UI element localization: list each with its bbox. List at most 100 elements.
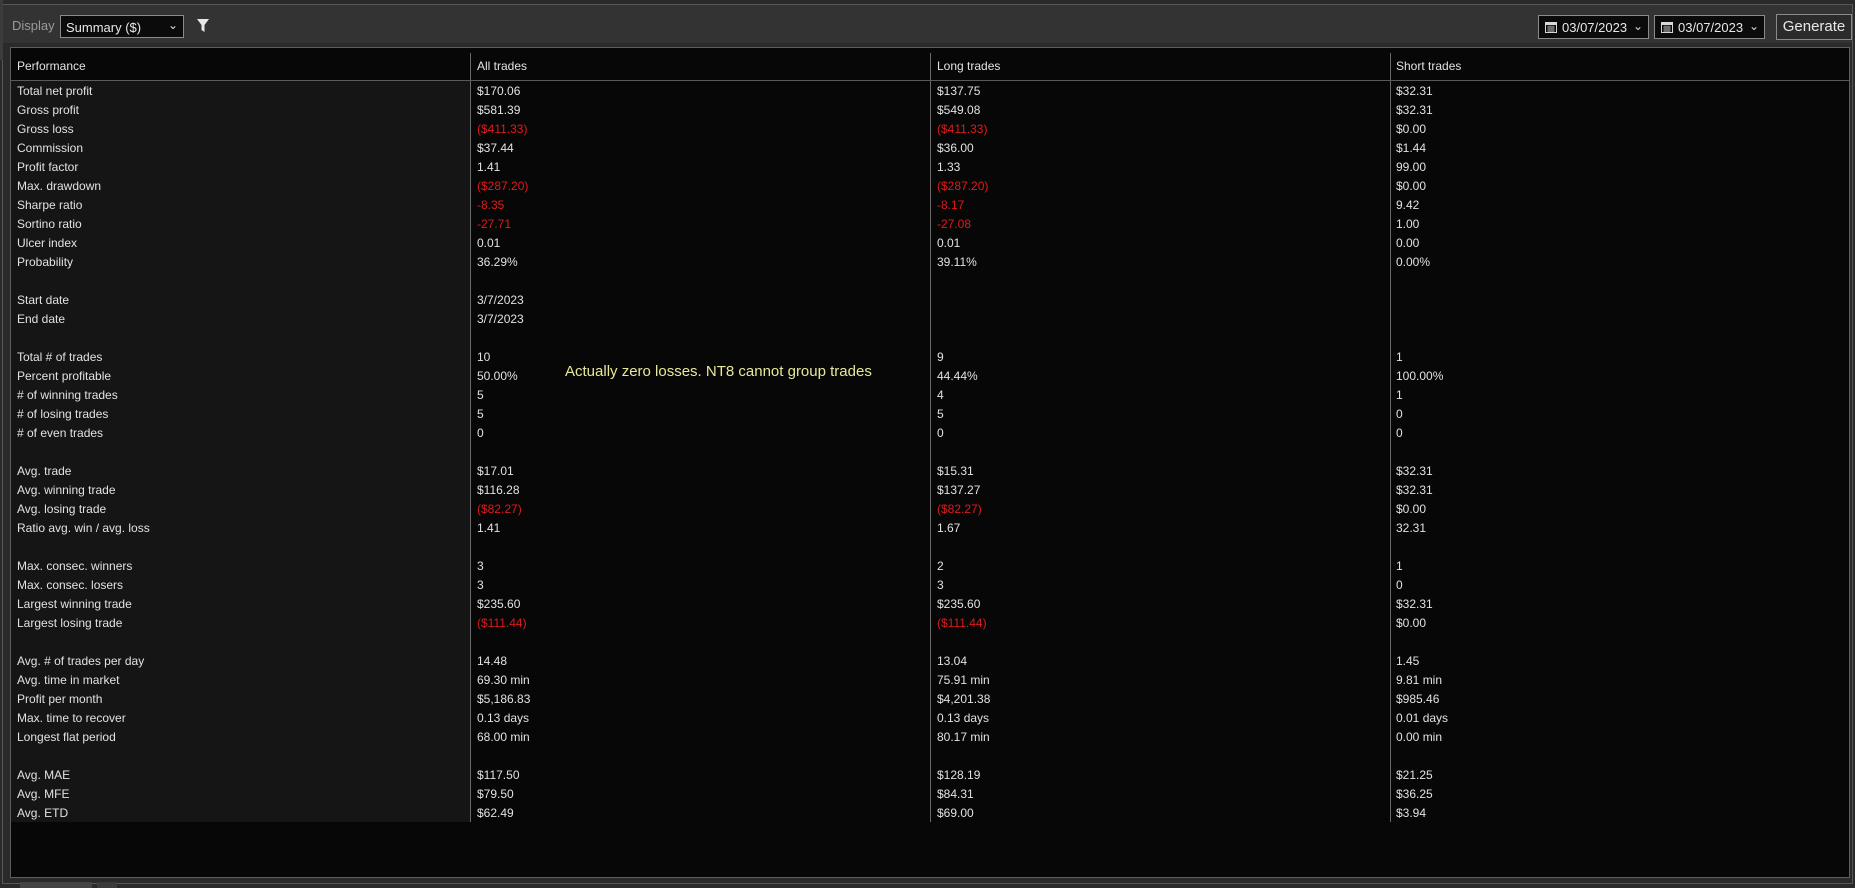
table-row[interactable]: End date 3/7/2023 bbox=[0, 309, 1855, 328]
cell-long-trades: $69.00 bbox=[937, 806, 974, 820]
cell-long-trades: 5 bbox=[937, 407, 944, 421]
cell-all-trades: 1.41 bbox=[477, 521, 501, 535]
table-row[interactable] bbox=[0, 746, 1855, 765]
table-row[interactable]: Ratio avg. win / avg. loss 1.41 1.67 32.31 bbox=[0, 518, 1855, 537]
table-row[interactable]: Avg. # of trades per day 14.48 13.04 1.45 bbox=[0, 651, 1855, 670]
table-row[interactable]: Percent profitable 50.00% 44.44% 100.00% bbox=[0, 366, 1855, 385]
row-label: Ratio avg. win / avg. loss bbox=[17, 521, 150, 535]
table-row[interactable]: Ulcer index 0.01 0.01 0.00 bbox=[0, 233, 1855, 252]
cell-short-trades: $36.25 bbox=[1396, 787, 1433, 801]
table-row[interactable]: Avg. MFE $79.50 $84.31 $36.25 bbox=[0, 784, 1855, 803]
table-row[interactable] bbox=[0, 442, 1855, 461]
cell-all-trades: $5,186.83 bbox=[477, 692, 531, 706]
cell-all-trades: 3/7/2023 bbox=[477, 312, 524, 326]
table-row[interactable]: # of even trades 0 0 0 bbox=[0, 423, 1855, 442]
table-row[interactable] bbox=[0, 537, 1855, 556]
row-label: Total # of trades bbox=[17, 350, 103, 364]
cell-all-trades: $235.60 bbox=[477, 597, 521, 611]
row-label: Profit per month bbox=[17, 692, 103, 706]
row-label: # of losing trades bbox=[17, 407, 109, 421]
header-all-trades[interactable]: All trades bbox=[477, 59, 527, 73]
cell-short-trades: $32.31 bbox=[1396, 597, 1433, 611]
table-row[interactable]: Start date 3/7/2023 bbox=[0, 290, 1855, 309]
table-row[interactable]: Sortino ratio -27.71 -27.08 1.00 bbox=[0, 214, 1855, 233]
date-from-picker[interactable]: 03/07/2023 ⌄ bbox=[1538, 15, 1649, 39]
table-row[interactable]: Sharpe ratio -8.35 -8.17 9.42 bbox=[0, 195, 1855, 214]
table-row[interactable]: Max. consec. winners 3 2 1 bbox=[0, 556, 1855, 575]
cell-long-trades: 80.17 min bbox=[937, 730, 990, 744]
cell-all-trades: 0.13 days bbox=[477, 711, 530, 725]
table-row[interactable]: Avg. MAE $117.50 $128.19 $21.25 bbox=[0, 765, 1855, 784]
cell-long-trades: ($82.27) bbox=[937, 502, 982, 516]
row-label: Avg. # of trades per day bbox=[17, 654, 145, 668]
cell-all-trades: $62.49 bbox=[477, 806, 514, 820]
cell-long-trades: 1.67 bbox=[937, 521, 961, 535]
cell-all-trades: 5 bbox=[477, 407, 484, 421]
table-row[interactable]: Total net profit $170.06 $137.75 $32.31 bbox=[0, 81, 1855, 100]
row-label: Gross loss bbox=[17, 122, 74, 136]
bottom-tab[interactable] bbox=[20, 882, 92, 888]
cell-short-trades: 0 bbox=[1396, 578, 1403, 592]
cell-short-trades: 0.01 days bbox=[1396, 711, 1449, 725]
cell-long-trades: $36.00 bbox=[937, 141, 974, 155]
table-row[interactable]: Max. consec. losers 3 3 0 bbox=[0, 575, 1855, 594]
table-row[interactable]: Largest winning trade $235.60 $235.60 $32.3… bbox=[0, 594, 1855, 613]
cell-all-trades: ($82.27) bbox=[477, 502, 522, 516]
cell-short-trades: 0 bbox=[1396, 407, 1403, 421]
cell-short-trades: 1 bbox=[1396, 388, 1403, 402]
table-row[interactable]: # of winning trades 5 4 1 bbox=[0, 385, 1855, 404]
table-row[interactable]: Avg. ETD $62.49 $69.00 $3.94 bbox=[0, 803, 1855, 822]
row-label: Sortino ratio bbox=[17, 217, 82, 231]
cell-short-trades: 0.00 bbox=[1396, 236, 1420, 250]
cell-long-trades: 9 bbox=[937, 350, 944, 364]
table-row[interactable]: Avg. winning trade $116.28 $137.27 $32.31 bbox=[0, 480, 1855, 499]
bottom-tab[interactable] bbox=[97, 882, 117, 888]
display-select-value: Summary ($) bbox=[66, 20, 142, 35]
cell-long-trades: 2 bbox=[937, 559, 944, 573]
cell-all-trades: -27.71 bbox=[477, 217, 512, 231]
cell-short-trades: $0.00 bbox=[1396, 616, 1427, 630]
table-row[interactable] bbox=[0, 632, 1855, 651]
table-row[interactable] bbox=[0, 271, 1855, 290]
cell-long-trades: $4,201.38 bbox=[937, 692, 991, 706]
table-row[interactable]: Total # of trades 10 9 1 bbox=[0, 347, 1855, 366]
header-performance[interactable]: Performance bbox=[17, 59, 86, 73]
table-row[interactable]: Gross profit $581.39 $549.08 $32.31 bbox=[0, 100, 1855, 119]
cell-all-trades: 5 bbox=[477, 388, 484, 402]
header-long-trades[interactable]: Long trades bbox=[937, 59, 1000, 73]
cell-all-trades: 69.30 min bbox=[477, 673, 530, 687]
chevron-down-icon: ⌄ bbox=[1748, 19, 1759, 33]
table-row[interactable]: Profit factor 1.41 1.33 99.00 bbox=[0, 157, 1855, 176]
cell-long-trades: $137.75 bbox=[937, 84, 981, 98]
chevron-down-icon: ⌄ bbox=[167, 18, 178, 32]
table-row[interactable]: Longest flat period 68.00 min 80.17 min 0.0… bbox=[0, 727, 1855, 746]
filter-icon[interactable] bbox=[196, 18, 210, 34]
cell-all-trades: 0.01 bbox=[477, 236, 501, 250]
table-row[interactable]: Max. time to recover 0.13 days 0.13 days 0.… bbox=[0, 708, 1855, 727]
table-row[interactable]: Avg. trade $17.01 $15.31 $32.31 bbox=[0, 461, 1855, 480]
cell-short-trades: $32.31 bbox=[1396, 464, 1433, 478]
table-row[interactable]: Profit per month $5,186.83 $4,201.38 $985.4… bbox=[0, 689, 1855, 708]
cell-long-trades: 75.91 min bbox=[937, 673, 990, 687]
table-row[interactable]: Avg. losing trade ($82.27) ($82.27) $0.00 bbox=[0, 499, 1855, 518]
header-short-trades[interactable]: Short trades bbox=[1396, 59, 1461, 73]
cell-short-trades: 1.45 bbox=[1396, 654, 1420, 668]
cell-short-trades: $0.00 bbox=[1396, 502, 1427, 516]
cell-short-trades: $985.46 bbox=[1396, 692, 1440, 706]
table-row[interactable]: Avg. time in market 69.30 min 75.91 min 9.8… bbox=[0, 670, 1855, 689]
display-select[interactable]: Summary ($) ⌄ bbox=[60, 15, 184, 38]
table-row[interactable] bbox=[0, 328, 1855, 347]
row-label: Percent profitable bbox=[17, 369, 112, 383]
table-row[interactable]: # of losing trades 5 5 0 bbox=[0, 404, 1855, 423]
table-row[interactable]: Max. drawdown ($287.20) ($287.20) $0.00 bbox=[0, 176, 1855, 195]
cell-all-trades: 36.29% bbox=[477, 255, 518, 269]
table-row[interactable]: Largest losing trade ($111.44) ($111.44) $0… bbox=[0, 613, 1855, 632]
row-label: Max. consec. winners bbox=[17, 559, 133, 573]
date-to-picker[interactable]: 03/07/2023 ⌄ bbox=[1654, 15, 1765, 39]
cell-short-trades: $32.31 bbox=[1396, 103, 1433, 117]
cell-short-trades: 32.31 bbox=[1396, 521, 1427, 535]
generate-button[interactable]: Generate bbox=[1776, 14, 1852, 40]
table-row[interactable]: Probability 36.29% 39.11% 0.00% bbox=[0, 252, 1855, 271]
table-row[interactable]: Gross loss ($411.33) ($411.33) $0.00 bbox=[0, 119, 1855, 138]
table-row[interactable]: Commission $37.44 $36.00 $1.44 bbox=[0, 138, 1855, 157]
